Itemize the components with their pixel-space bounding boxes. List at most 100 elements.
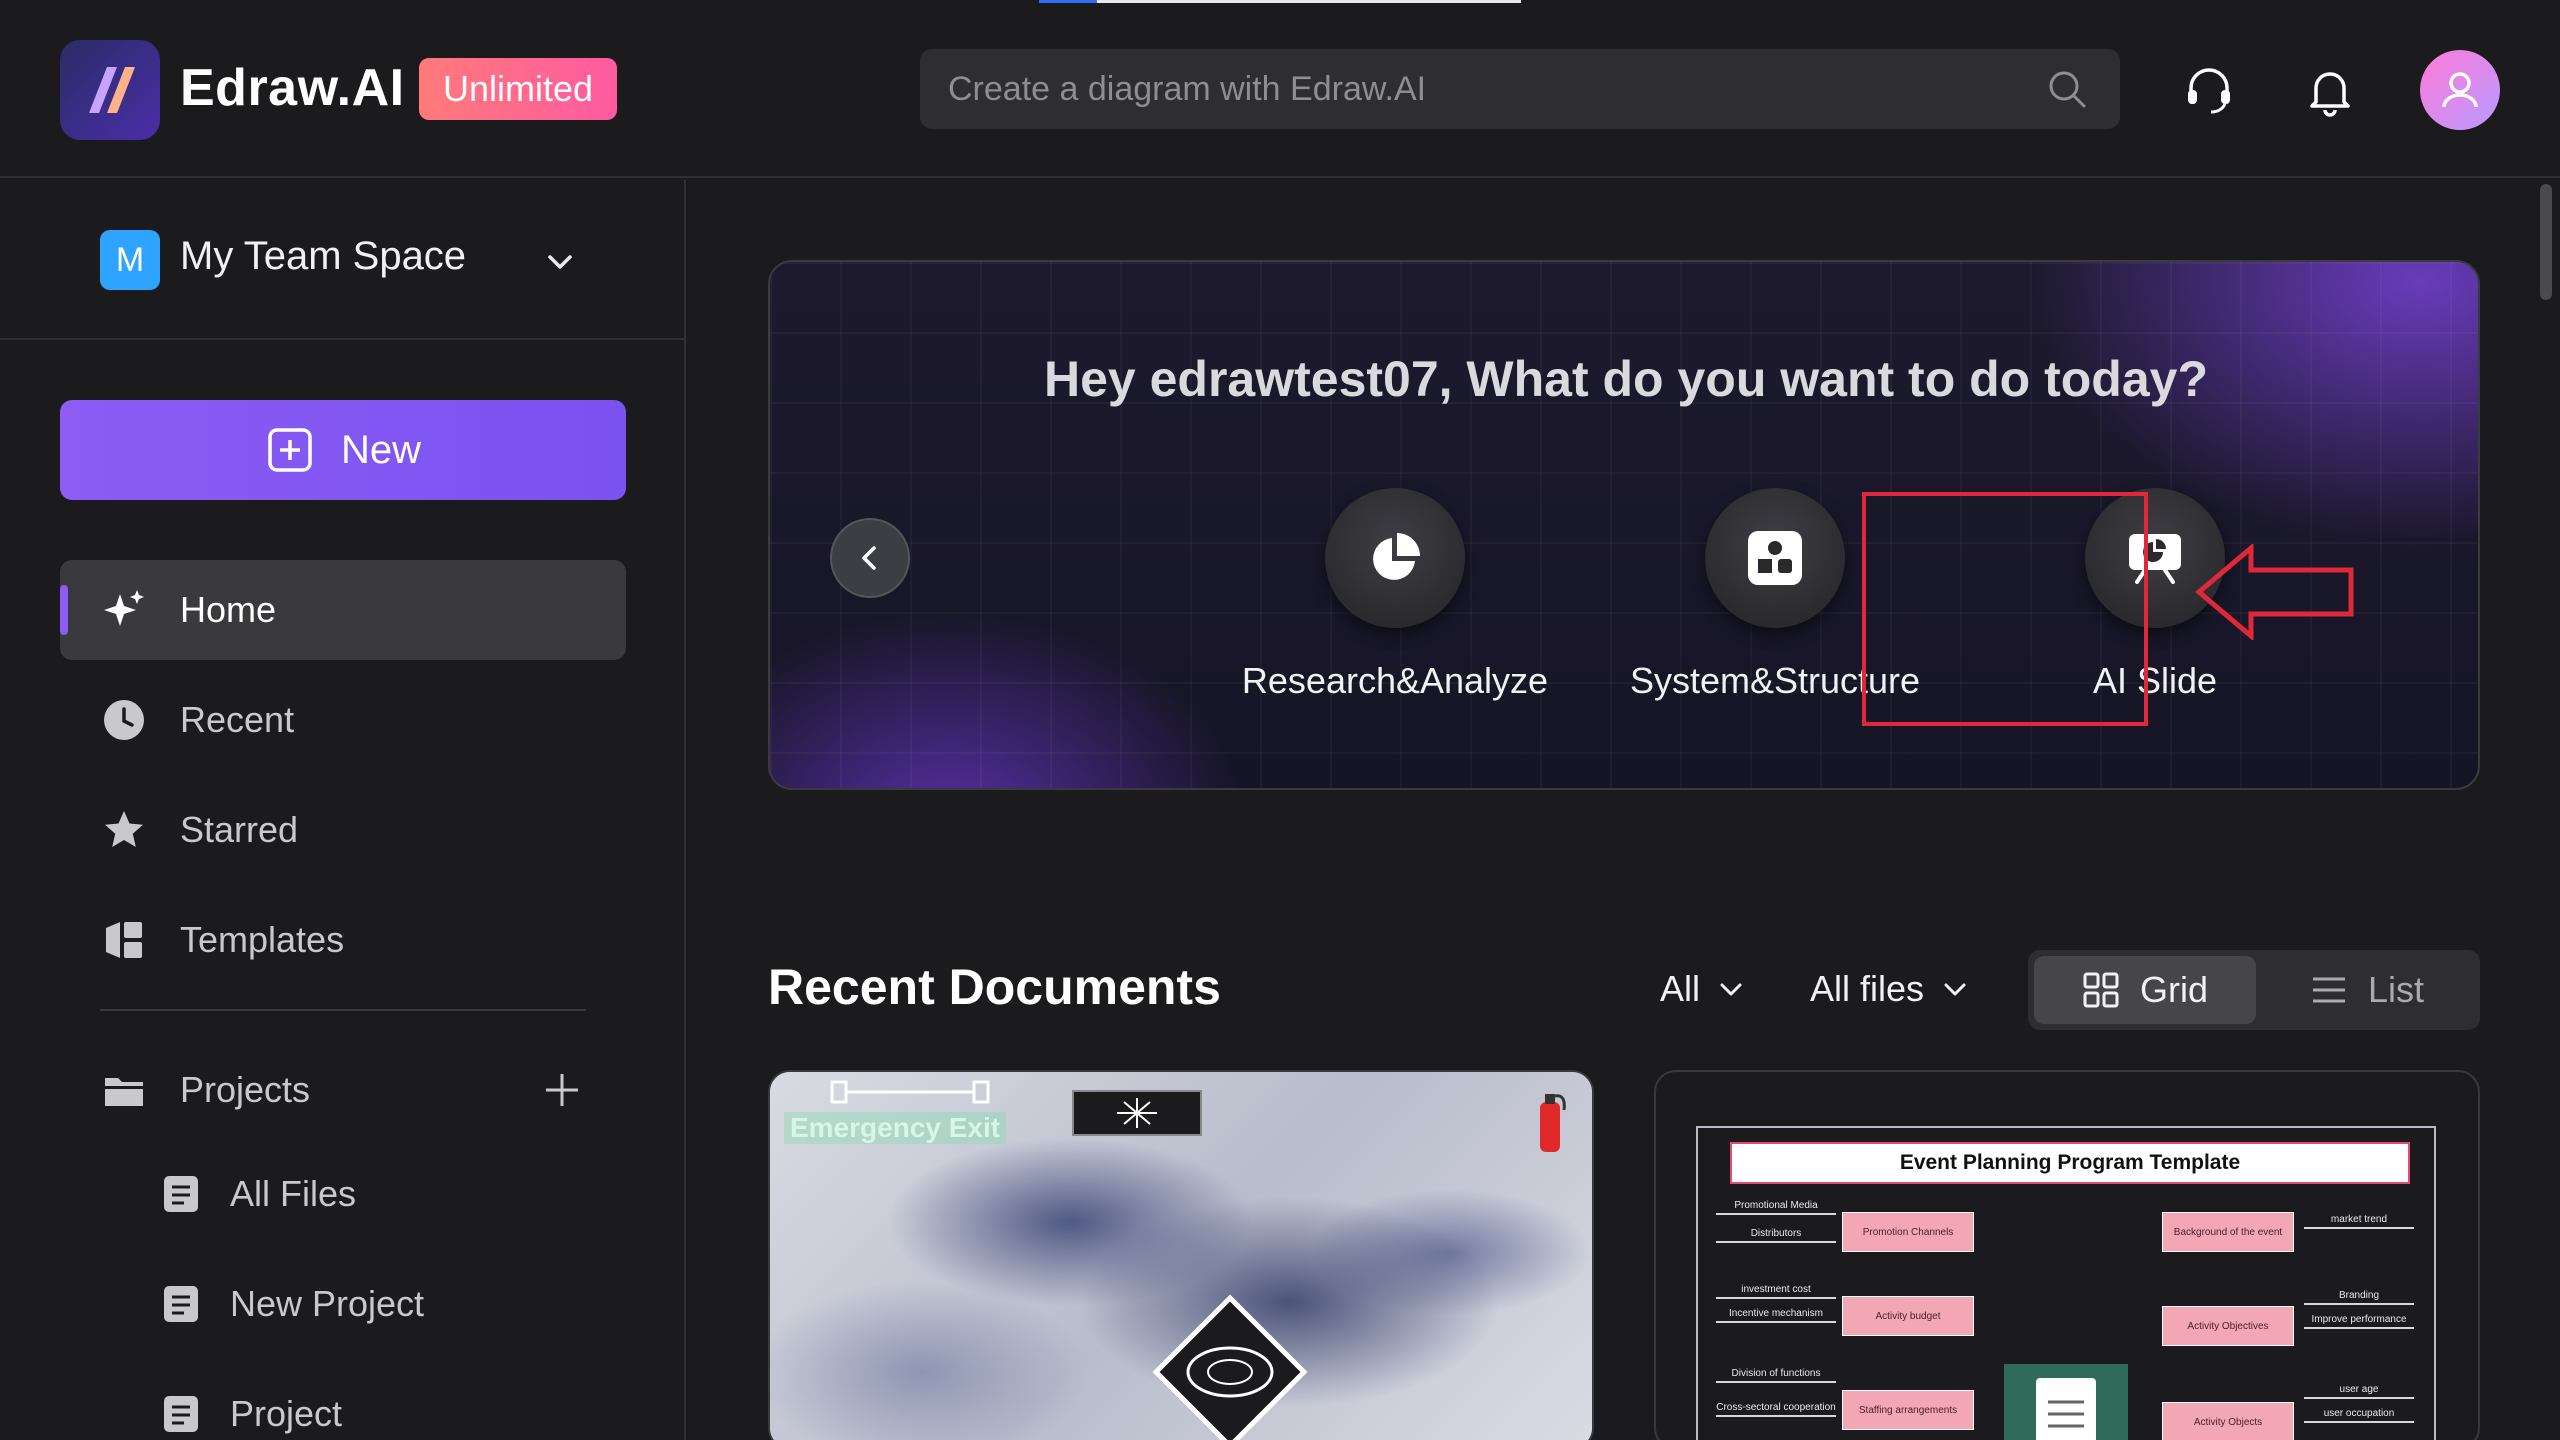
file-type-filter-dropdown[interactable]: All files: [1810, 968, 1970, 1010]
action-label: Research&Analyze: [1241, 660, 1549, 701]
project-item-new-project[interactable]: New Project: [160, 1264, 424, 1344]
brand-name: Edraw.AI: [180, 59, 405, 117]
diagram-node: Promotion Channels: [1842, 1212, 1974, 1252]
recent-documents-title: Recent Documents: [768, 959, 1221, 1015]
action-icon-circle: [1705, 488, 1845, 628]
search-bar[interactable]: [920, 49, 2120, 129]
dimension-marker-icon: [830, 1080, 990, 1104]
sidebar-item-label: Projects: [180, 1069, 311, 1110]
top-bar: Edraw.AI Unlimited: [0, 0, 2560, 178]
logo-mark-icon: [89, 67, 135, 113]
grid-view-label: Grid: [2139, 969, 2208, 1010]
emergency-exit-label: Emergency Exit: [784, 1112, 1007, 1144]
file-stack-icon: [164, 1396, 198, 1432]
star-icon: [105, 811, 143, 847]
sidebar-divider: [100, 1009, 586, 1011]
sidebar-item-home[interactable]: Home: [60, 560, 626, 660]
loading-progress-fill: [1039, 0, 1097, 3]
new-button-label: New: [340, 427, 422, 472]
chevron-down-icon: [1944, 983, 1966, 996]
diagram-node: Branding: [2304, 1290, 2414, 1305]
shapes-icon: [1748, 531, 1802, 585]
file-type-filter-value: All files: [1810, 968, 1925, 1009]
diagram-node: Incentive mechanism: [1716, 1308, 1836, 1323]
new-button[interactable]: New: [60, 400, 626, 500]
file-stack-icon: [164, 1176, 198, 1212]
folder-icon: [105, 1078, 143, 1106]
owner-filter-value: All: [1660, 968, 1701, 1009]
clock-icon: [104, 700, 144, 740]
chevron-left-icon: [862, 546, 876, 570]
annotation-arrow-icon: [2195, 544, 2354, 640]
templates-icon: [106, 922, 142, 958]
diagram-node: Cross-sectoral cooperation: [1716, 1402, 1836, 1417]
team-space-switcher[interactable]: M My Team Space: [0, 180, 684, 340]
hero-greeting: Hey edrawtest07, What do you want to do …: [1043, 351, 2208, 407]
sidebar-item-label: Starred: [180, 809, 299, 850]
carousel-prev-button[interactable]: [830, 518, 910, 598]
team-badge: M: [100, 230, 160, 290]
diagram-node: Improve performance: [2304, 1314, 2414, 1329]
project-item-all-files[interactable]: All Files: [160, 1154, 356, 1234]
hero-banner: Hey edrawtest07, What do you want to do …: [768, 260, 2480, 790]
diagram-node: Promotional Media: [1716, 1200, 1836, 1215]
project-item-label: Project: [230, 1393, 343, 1434]
team-name: My Team Space: [180, 234, 467, 278]
bell-icon[interactable]: [2302, 62, 2358, 118]
sidebar-item-label: Home: [180, 589, 277, 630]
sidebar: M My Team Space New Home Recent Starred: [0, 180, 686, 1440]
add-project-icon[interactable]: [540, 1068, 584, 1112]
diagram-node: Staffing arrangements: [1842, 1390, 1974, 1430]
project-item-label: New Project: [230, 1283, 425, 1324]
sparkle-icon: [104, 590, 144, 626]
edraw-logo[interactable]: [60, 40, 160, 140]
list-icon: [2312, 977, 2345, 1003]
loading-progress-bar: [1039, 0, 1521, 3]
search-icon[interactable]: [2045, 67, 2089, 111]
pie-chart-icon: [1373, 533, 1420, 580]
document-card[interactable]: Emergency Exit: [768, 1070, 1594, 1440]
action-research-analyze[interactable]: Research&Analyze: [1242, 488, 1548, 728]
sidebar-item-starred[interactable]: Starred: [60, 780, 626, 880]
user-avatar[interactable]: [2420, 50, 2500, 130]
owner-filter-dropdown[interactable]: All: [1660, 968, 1746, 1010]
grid-icon: [2083, 972, 2119, 1008]
diagram-node: Activity Objects: [2162, 1402, 2294, 1440]
table-symbol-icon: [1152, 1294, 1308, 1440]
action-icon-circle: [1325, 488, 1465, 628]
diagram-node: Activity Objectives: [2162, 1306, 2294, 1346]
sidebar-item-label: Templates: [180, 919, 345, 960]
diagram-node: market trend: [2304, 1214, 2414, 1229]
file-stack-icon: [164, 1286, 198, 1322]
document-center-icon: [2004, 1364, 2128, 1440]
sidebar-item-templates[interactable]: Templates: [60, 890, 626, 990]
chevron-down-icon: [1720, 983, 1742, 996]
sidebar-item-label: Recent: [180, 699, 295, 740]
diagram-node: user occupation: [2304, 1408, 2414, 1423]
sidebar-item-recent[interactable]: Recent: [60, 670, 626, 770]
document-card[interactable]: Event Planning Program Template Promotio…: [1654, 1070, 2480, 1440]
grid-view-button[interactable]: Grid: [2034, 956, 2256, 1024]
search-input[interactable]: [948, 49, 2028, 129]
diagram-node: investment cost: [1716, 1284, 1836, 1299]
ac-unit-icon: [1072, 1090, 1202, 1136]
diagram-node: Distributors: [1716, 1228, 1836, 1243]
project-item-label: All Files: [230, 1173, 357, 1214]
fire-extinguisher-icon: [1540, 1094, 1566, 1152]
project-item-project[interactable]: Project: [160, 1374, 342, 1440]
diagram-node: Activity budget: [1842, 1296, 1974, 1336]
plan-badge[interactable]: Unlimited: [419, 58, 617, 120]
list-view-button[interactable]: List: [2260, 956, 2474, 1024]
annotation-highlight-box: [1862, 492, 2148, 726]
diagram-node: user age: [2304, 1384, 2414, 1399]
diagram-node: Division of functions: [1716, 1368, 1836, 1383]
user-icon: [2442, 72, 2478, 108]
chevron-down-icon[interactable]: [540, 242, 580, 282]
view-toggle: Grid List: [2028, 950, 2480, 1030]
diagram-node: Background of the event: [2162, 1212, 2294, 1252]
template-title: Event Planning Program Template: [1730, 1142, 2410, 1184]
headset-icon[interactable]: [2181, 62, 2237, 118]
main-scrollbar[interactable]: [2540, 184, 2552, 300]
plus-square-icon: [268, 428, 312, 472]
list-view-label: List: [2367, 969, 2425, 1010]
